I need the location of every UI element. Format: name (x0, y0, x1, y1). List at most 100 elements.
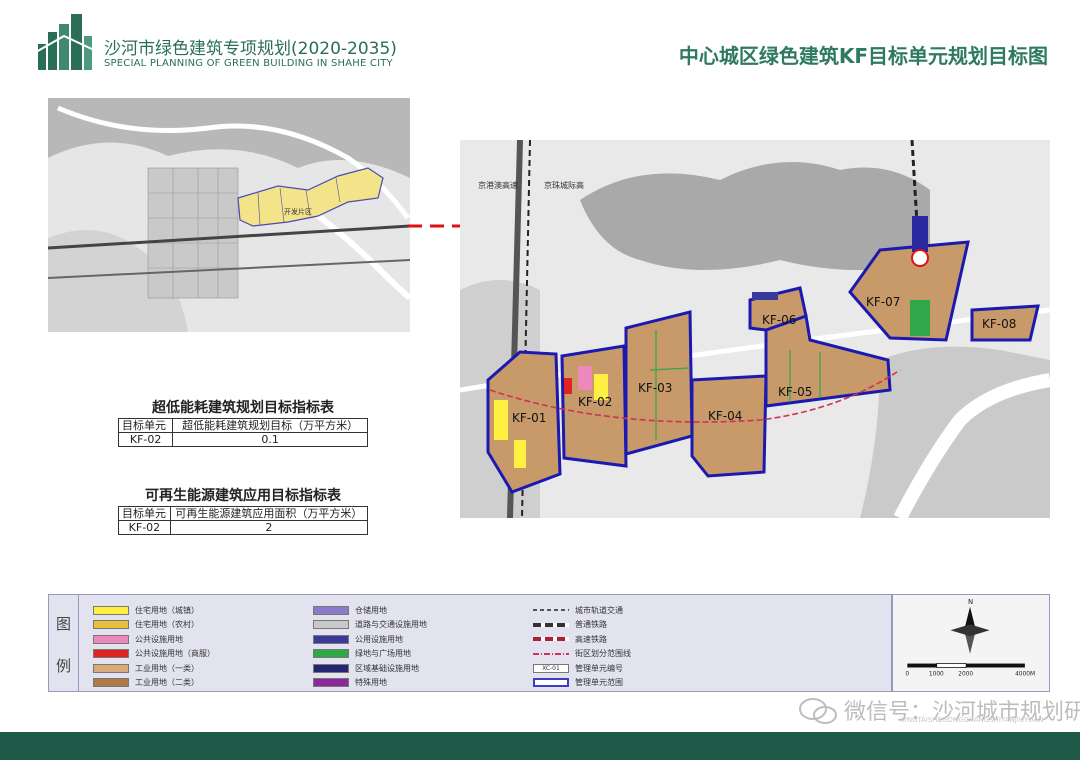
legend-item: 公共设施用地 (93, 632, 183, 646)
legend-title: 图 例 (49, 595, 79, 691)
low-energy-value-cell: 0.1 (172, 432, 368, 447)
residential-patch (514, 440, 526, 468)
legend-item: 公用设施用地 (313, 632, 403, 646)
legend-label: 城市轨道交通 (575, 605, 623, 615)
kf-05-label: KF-05 (778, 385, 812, 399)
legend-swatch (93, 605, 129, 615)
low-energy-target-table: 超低能耗建筑规划目标指标表 目标单元 超低能耗建筑规划目标（万平方米） KF-0… (117, 398, 368, 447)
legend-item: 街区划分范围线 (533, 647, 631, 661)
legend-label: 仓储用地 (355, 605, 387, 615)
legend-swatch (533, 622, 569, 627)
buildings-logo-icon (35, 14, 95, 70)
scale-bar (907, 663, 1025, 668)
svg-text:2000: 2000 (958, 671, 973, 677)
renewable-target-table: 可再生能源建筑应用目标指标表 目标单元 可再生能源建筑应用面积（万平方米） KF… (118, 486, 369, 535)
green-space-patch (910, 300, 930, 336)
legend-label: 绿地与广场用地 (355, 649, 411, 658)
main-detail-map: 京港澳高速 京珠城际高 KF-01 KF-02 KF-03 KF-04 KF-0… (460, 140, 1050, 518)
kf-02-label: KF-02 (578, 395, 612, 409)
legend-label: 特殊用地 (355, 678, 387, 687)
legend-label: 公共设施用地 (135, 634, 183, 644)
wechat-watermark: 微信号：沙河城市规划研究院 XINGTAISHEGONGCHANGSHIYANJ… (792, 692, 1080, 732)
legend-swatch (93, 634, 129, 644)
overview-urban-core (147, 167, 239, 299)
intercity-rail-label: 京珠城际高 (544, 180, 584, 190)
legend-swatch (93, 663, 129, 673)
legend-item: 工业用地（一类） (93, 661, 199, 675)
legend-swatch (533, 637, 569, 641)
svg-text:4000M: 4000M (1015, 671, 1035, 677)
commercial-patch (564, 378, 572, 394)
legend-swatch (93, 620, 129, 629)
legend-label: 公共设施用地（商服） (135, 649, 215, 658)
legend-swatch (93, 649, 129, 658)
footer-bar (0, 732, 1080, 760)
legend-swatch (313, 649, 349, 658)
low-energy-table-title: 超低能耗建筑规划目标指标表 (152, 400, 334, 416)
north-label: N (968, 598, 973, 606)
utility-patch (752, 292, 778, 300)
watermark-subtext: XINGTAISHEGONGCHANGSHIYANJIUYUAN (900, 716, 1044, 724)
kf-01-label: KF-01 (512, 411, 546, 425)
kf-08-label: KF-08 (982, 317, 1016, 331)
legend-swatch (313, 634, 349, 644)
brand-title: 沙河市绿色建筑专项规划(2020-2035) (104, 39, 397, 59)
kf-06-label: KF-06 (762, 313, 796, 327)
legend-label: 工业用地（一类） (135, 663, 199, 673)
legend-swatch (313, 605, 349, 615)
legend-swatch (533, 652, 569, 655)
low-energy-col-target: 超低能耗建筑规划目标（万平方米） (172, 418, 368, 433)
legend-label: 住宅用地（农村） (135, 620, 199, 629)
legend-label: 管理单元范围 (575, 678, 623, 687)
wechat-icon (799, 698, 837, 724)
svg-text:0: 0 (905, 671, 909, 677)
legend-swatch (313, 678, 349, 687)
renewable-col-unit: 目标单元 (118, 506, 171, 521)
highway-label: 京港澳高速 (478, 180, 518, 190)
public-facility-patch (578, 366, 592, 390)
legend-label: 道路与交通设施用地 (355, 620, 427, 629)
renewable-col-area: 可再生能源建筑应用面积（万平方米） (169, 506, 369, 521)
legend-item: 住宅用地（城镇） (93, 603, 199, 617)
legend-item: 高速铁路 (533, 632, 607, 646)
legend-label: 区域基础设施用地 (355, 663, 419, 673)
brand-subtitle: SPECIAL PLANNING OF GREEN BUILDING IN SH… (104, 58, 393, 69)
compass-scale-panel: N 0 1000 2000 4000M (892, 594, 1050, 692)
kf-07-label: KF-07 (866, 295, 900, 309)
utility-patch (912, 216, 928, 252)
legend-item: 管理单元范围 (533, 676, 623, 690)
legend-label: 高速铁路 (575, 634, 607, 644)
railway-station-icon (911, 249, 929, 267)
legend-label: 街区划分范围线 (575, 649, 631, 658)
legend-swatch (93, 678, 129, 687)
legend-label: 住宅用地（城镇） (135, 605, 199, 615)
legend-item: 绿地与广场用地 (313, 647, 411, 661)
legend-label: 公用设施用地 (355, 634, 403, 644)
legend-item: 住宅用地（农村） (93, 618, 199, 632)
legend-label: 管理单元编号 (575, 663, 623, 673)
legend-item: 工业用地（二类） (93, 676, 199, 690)
svg-text:1000: 1000 (929, 671, 944, 677)
legend-swatch: XC-01 (533, 663, 569, 673)
legend-item: 特殊用地 (313, 676, 387, 690)
kf-04-area (690, 374, 768, 478)
low-energy-unit-cell: KF-02 (117, 432, 174, 447)
legend-item: 区域基础设施用地 (313, 661, 419, 675)
legend-swatch (533, 678, 569, 687)
legend-swatch (533, 609, 569, 611)
legend-item: 仓储用地 (313, 603, 387, 617)
renewable-table-title: 可再生能源建筑应用目标指标表 (145, 488, 341, 504)
overview-map: 开发片区 (48, 98, 410, 332)
legend-item: 普通铁路 (533, 618, 607, 632)
legend-title-top: 图 (56, 615, 72, 633)
legend-title-bottom: 例 (56, 657, 72, 675)
renewable-unit-cell: KF-02 (118, 520, 171, 535)
residential-patch (494, 400, 508, 440)
legend-item: 公共设施用地（商服） (93, 647, 215, 661)
legend-swatch (313, 663, 349, 673)
page-title: 中心城区绿色建筑KF目标单元规划目标图 (678, 44, 1048, 68)
low-energy-col-unit: 目标单元 (117, 418, 174, 433)
renewable-value-cell: 2 (169, 520, 369, 535)
page-header: 沙河市绿色建筑专项规划(2020-2035) SPECIAL PLANNING … (0, 0, 1080, 90)
legend-item: XC-01 管理单元编号 (533, 661, 623, 675)
